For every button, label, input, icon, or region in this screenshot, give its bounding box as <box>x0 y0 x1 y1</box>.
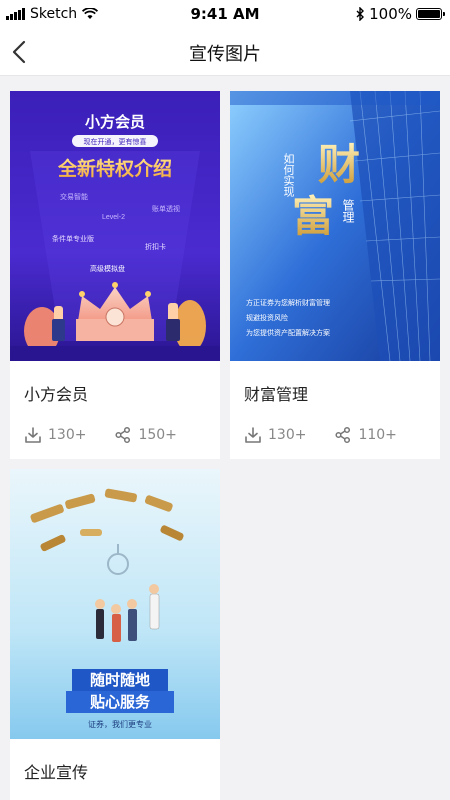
poster-grid: 小方会员 现在开通，更有惊喜 全新特权介绍 交易智能 Level-2 账单透视 … <box>0 76 450 800</box>
poster-line: 方正证券为您解析财富管理 <box>246 298 330 307</box>
poster-line: 规避投资风险 <box>246 313 288 322</box>
poster-feature: 账单透视 <box>152 204 180 213</box>
poster-feature: 交易智能 <box>60 192 88 201</box>
poster-line-2: 贴心服务 <box>90 693 151 711</box>
download-count[interactable]: 130+ <box>244 426 306 444</box>
poster-feature: Level-2 <box>102 214 125 221</box>
share-count-label: 110+ <box>358 427 397 443</box>
poster-image-wealth[interactable]: 如何实现 财 富 管理 方正证券为您解析财富管理 规避投资风险 为您提供资产配置… <box>230 91 440 361</box>
battery-icon <box>416 8 445 20</box>
poster-feature: 条件单专业版 <box>52 234 94 243</box>
poster-line-1: 随时随地 <box>90 671 150 689</box>
download-icon <box>245 427 261 443</box>
poster-image-membership[interactable]: 小方会员 现在开通，更有惊喜 全新特权介绍 交易智能 Level-2 账单透视 … <box>10 91 220 361</box>
status-right: 100% <box>356 5 445 23</box>
poster-line: 为您提供资产配置解决方案 <box>246 328 330 337</box>
battery-percent: 100% <box>369 5 412 23</box>
share-count-label: 150+ <box>138 427 177 443</box>
poster-card-wealth[interactable]: 如何实现 财 富 管理 方正证券为您解析财富管理 规避投资风险 为您提供资产配置… <box>230 91 440 459</box>
card-title: 企业宣传 <box>24 763 89 782</box>
card-title: 小方会员 <box>24 385 89 404</box>
share-count[interactable]: 110+ <box>334 426 397 444</box>
poster-char-2: 富 <box>292 194 334 241</box>
download-count-label: 130+ <box>48 427 87 443</box>
poster-feature: 折扣卡 <box>145 242 166 251</box>
poster-card-company[interactable]: 随时随地 贴心服务 证券，我们更专业 企业宣传 <box>10 469 220 800</box>
bluetooth-icon <box>356 7 365 21</box>
poster-headline: 全新特权介绍 <box>57 157 172 180</box>
share-count[interactable]: 150+ <box>114 426 177 444</box>
poster-side: 管理 <box>341 198 355 223</box>
status-bar: Sketch 9:41 AM 100% <box>0 0 450 28</box>
download-count[interactable]: 130+ <box>24 426 86 444</box>
poster-char-1: 财 <box>318 142 360 189</box>
poster-prefix: 如何实现 <box>282 152 295 198</box>
poster-tagline: 现在开通，更有惊喜 <box>84 137 147 146</box>
download-count-label: 130+ <box>268 427 307 443</box>
share-icon <box>335 426 351 444</box>
download-icon <box>25 427 41 443</box>
poster-card-membership[interactable]: 小方会员 现在开通，更有惊喜 全新特权介绍 交易智能 Level-2 账单透视 … <box>10 91 220 459</box>
card-title: 财富管理 <box>244 385 309 404</box>
nav-bar: 宣传图片 <box>0 28 450 76</box>
share-icon <box>115 426 131 444</box>
card-stats: 130+ 110+ <box>244 426 397 444</box>
poster-title: 小方会员 <box>85 113 145 131</box>
poster-feature: 高级模拟盘 <box>90 264 125 273</box>
poster-slogan: 证券，我们更专业 <box>88 719 152 729</box>
card-stats: 130+ 150+ <box>24 426 177 444</box>
page-title: 宣传图片 <box>189 44 261 65</box>
poster-image-company[interactable]: 随时随地 贴心服务 证券，我们更专业 <box>10 469 220 739</box>
